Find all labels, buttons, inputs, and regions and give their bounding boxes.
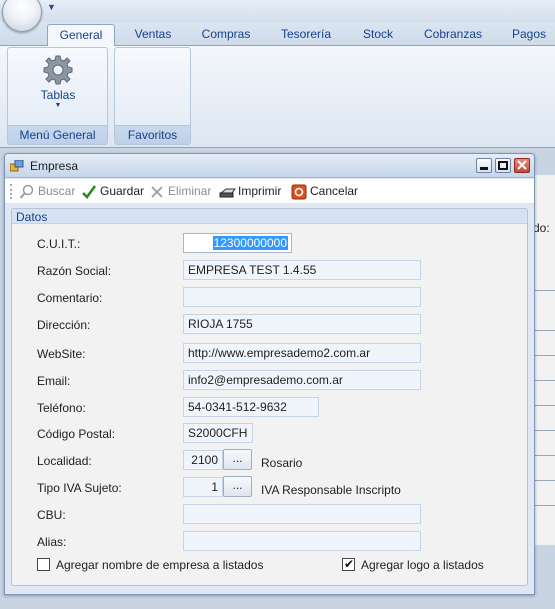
- email-label: Email:: [37, 374, 71, 388]
- eliminar-button[interactable]: Eliminar: [149, 182, 211, 201]
- cbu-input[interactable]: [183, 504, 421, 524]
- tab-tesoreria[interactable]: Tesorería: [271, 24, 341, 46]
- alias-label: Alias:: [37, 535, 67, 549]
- x-icon: [149, 184, 165, 200]
- close-icon: [517, 160, 527, 170]
- cuit-value: 12300000000: [212, 236, 288, 250]
- razon-social-input[interactable]: EMPRESA TEST 1.4.55: [183, 260, 421, 280]
- chevron-down-icon: ▼: [54, 102, 62, 109]
- eliminar-label: Eliminar: [168, 184, 212, 198]
- tipo-iva-label: Tipo IVA Sujeto:: [37, 481, 122, 495]
- group-favoritos: Favoritos: [114, 47, 191, 145]
- check-icon: ✔: [343, 557, 355, 571]
- guardar-label: Guardar: [100, 184, 145, 198]
- ribbon-body: Tablas ▼ Menú General Favoritos: [0, 46, 555, 148]
- telefono-label: Teléfono:: [37, 401, 86, 415]
- tablas-label: Tablas: [40, 88, 76, 102]
- check-icon: [81, 184, 97, 200]
- guardar-button[interactable]: Guardar: [81, 182, 144, 201]
- group-label-favoritos: Favoritos: [115, 125, 190, 144]
- cancelar-label: Cancelar: [310, 184, 359, 198]
- agregar-logo-label: Agregar logo a listados: [361, 558, 484, 572]
- tab-compras[interactable]: Compras: [193, 24, 259, 46]
- cuit-input[interactable]: 12300000000: [183, 233, 292, 253]
- localidad-description: Rosario: [261, 456, 303, 470]
- direccion-label: Dirección:: [37, 318, 91, 332]
- close-button[interactable]: [514, 158, 530, 173]
- telefono-input[interactable]: 54-0341-512-9632: [183, 397, 319, 417]
- alias-input[interactable]: [183, 531, 421, 551]
- cbu-label: CBU:: [37, 508, 66, 522]
- cuit-label: C.U.I.T.:: [37, 237, 81, 251]
- localidad-input[interactable]: 2100: [183, 450, 223, 470]
- window-toolbar: Buscar Guardar Eliminar Imprimir Cancela…: [5, 179, 534, 204]
- tab-general[interactable]: General: [47, 24, 115, 47]
- quick-access-bar: ▼: [0, 0, 555, 32]
- quick-access-dropdown-icon[interactable]: ▼: [47, 2, 56, 12]
- printer-icon: [219, 184, 236, 200]
- localidad-lookup-button[interactable]: ...: [223, 449, 252, 470]
- datos-panel: Datos C.U.I.T.: 12300000000 Razón Social…: [11, 208, 528, 586]
- window-titlebar[interactable]: Empresa: [5, 154, 534, 178]
- buscar-button[interactable]: Buscar: [19, 182, 75, 201]
- tablas-button[interactable]: Tablas ▼: [26, 50, 90, 122]
- cancel-icon: [291, 184, 307, 200]
- tab-ventas[interactable]: Ventas: [124, 24, 182, 46]
- group-label-menu-general: Menú General: [8, 125, 107, 144]
- gear-icon: [43, 55, 73, 85]
- window-icon: [10, 160, 24, 172]
- direccion-input[interactable]: RIOJA 1755: [183, 314, 421, 334]
- agregar-nombre-label: Agregar nombre de empresa a listados: [56, 558, 264, 572]
- background-form-label: do:: [533, 221, 550, 235]
- tab-pagos[interactable]: Pagos: [503, 24, 555, 46]
- imprimir-button[interactable]: Imprimir: [219, 182, 281, 201]
- tipo-iva-input[interactable]: 1: [183, 477, 223, 497]
- buscar-label: Buscar: [38, 184, 76, 198]
- minimize-button[interactable]: [476, 158, 492, 173]
- codigo-postal-input[interactable]: S2000CFH: [183, 423, 253, 443]
- agregar-logo-checkbox[interactable]: ✔: [342, 557, 355, 571]
- tab-stock[interactable]: Stock: [352, 24, 404, 46]
- maximize-icon: [498, 161, 508, 170]
- ribbon-tabs: General Ventas Compras Tesorería Stock C…: [0, 22, 555, 47]
- toolbar-grip[interactable]: [10, 184, 13, 199]
- panel-header: Datos: [12, 209, 527, 224]
- panel-title: Datos: [16, 210, 48, 224]
- tab-cobranzas[interactable]: Cobranzas: [418, 24, 488, 46]
- empresa-window: Empresa Buscar Guardar Eliminar Imprimir…: [4, 153, 535, 595]
- razon-social-label: Razón Social:: [37, 264, 112, 278]
- cancelar-button[interactable]: Cancelar: [291, 182, 358, 201]
- search-icon: [19, 184, 35, 200]
- comentario-label: Comentario:: [37, 291, 103, 305]
- agregar-nombre-checkbox[interactable]: [37, 558, 50, 571]
- website-input[interactable]: http://www.empresademo2.com.ar: [183, 343, 421, 363]
- email-input[interactable]: info2@empresademo.com.ar: [183, 370, 421, 390]
- comentario-input[interactable]: [183, 287, 421, 307]
- website-label: WebSite:: [37, 347, 86, 361]
- tipo-iva-lookup-button[interactable]: ...: [223, 476, 252, 497]
- localidad-label: Localidad:: [37, 454, 92, 468]
- group-menu-general: Tablas ▼ Menú General: [7, 47, 108, 145]
- maximize-button[interactable]: [495, 158, 511, 173]
- codigo-postal-label: Código Postal:: [37, 427, 116, 441]
- tipo-iva-description: IVA Responsable Inscripto: [261, 483, 401, 497]
- window-title: Empresa: [30, 159, 79, 173]
- minimize-icon: [480, 167, 488, 170]
- imprimir-label: Imprimir: [238, 184, 282, 198]
